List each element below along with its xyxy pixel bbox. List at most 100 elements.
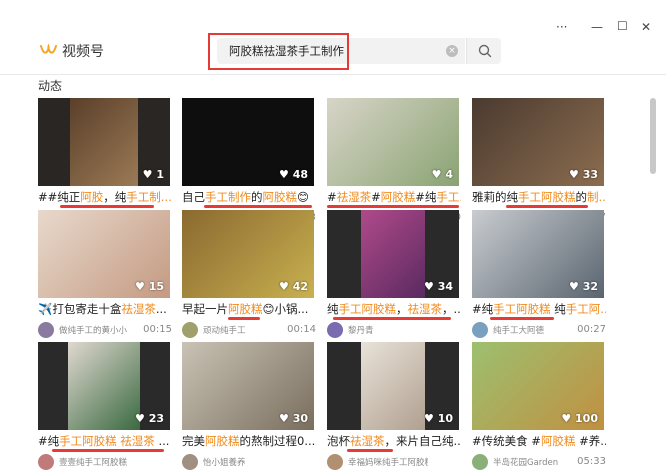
author-avatar[interactable]	[38, 322, 54, 338]
video-thumbnail[interactable]: ♥ 100	[472, 342, 604, 430]
video-card[interactable]: ♥ 42 早起一片阿胶糕😊小锅... 顽动纯手工 00:14	[182, 210, 316, 340]
keyword-underline-annotation	[60, 205, 154, 208]
video-title[interactable]: #纯手工阿胶糕 纯手工阿...	[472, 302, 606, 316]
video-title[interactable]: ##纯正阿胶，纯手工制...	[38, 190, 172, 204]
video-thumbnail[interactable]: ♥ 4	[327, 98, 459, 186]
keyword-underline-annotation	[333, 317, 451, 320]
video-title[interactable]: 泡杯祛湿茶，来片自己纯...	[327, 434, 461, 448]
video-card[interactable]: ♥ 15 ✈️打包寄走十盒祛湿茶... 做纯手工的黄小小 00:15	[38, 210, 172, 340]
like-count: ♥ 42	[279, 280, 308, 293]
minimize-button[interactable]: —	[591, 20, 603, 34]
video-thumbnail[interactable]: ♥ 42	[182, 210, 314, 298]
video-thumbnail[interactable]: ♥ 1	[38, 98, 170, 186]
author-avatar[interactable]	[327, 454, 343, 470]
title-keyword-highlight: 阿胶糕	[380, 190, 416, 204]
author-name[interactable]: 纯手工大阿德	[493, 324, 573, 336]
video-thumbnail[interactable]: ♥ 15	[38, 210, 170, 298]
video-title[interactable]: #纯手工阿胶糕 祛湿茶 ...	[38, 434, 172, 448]
video-thumbnail[interactable]: ♥ 10	[327, 342, 459, 430]
title-text: 的	[251, 190, 263, 204]
author-avatar[interactable]	[182, 322, 198, 338]
video-thumbnail[interactable]: ♥ 32	[472, 210, 604, 298]
thumbnail-image	[68, 342, 140, 430]
heart-icon: ♥	[568, 280, 583, 293]
close-button[interactable]: ✕	[641, 20, 651, 34]
video-duration: 00:14	[287, 324, 316, 335]
title-text: 的	[575, 190, 588, 204]
video-card[interactable]: ♥ 34 纯手工阿胶糕，祛湿茶，... 黎丹青	[327, 210, 461, 340]
video-card[interactable]: ♥ 30 完美阿胶糕的熬制过程0... 怡小姐養养	[182, 342, 316, 472]
keyword-underline-annotation	[506, 205, 588, 208]
video-card[interactable]: ♥ 100 #传统美食 #阿胶糕 #养... 半岛花园Garden 05:33	[472, 342, 606, 472]
thumbnail-image	[361, 210, 425, 298]
video-title[interactable]: ✈️打包寄走十盒祛湿茶...	[38, 302, 172, 316]
maximize-button[interactable]: ☐	[617, 19, 628, 33]
video-title[interactable]: #传统美食 #阿胶糕 #养...	[472, 434, 606, 448]
header-divider	[0, 74, 666, 75]
video-card[interactable]: ♥ 48自己手工制作的阿胶糕😊彭泽的姑凉00:43	[182, 98, 316, 228]
heart-icon: ♥	[278, 280, 293, 293]
like-count-value: 48	[292, 168, 308, 181]
like-count-value: 33	[582, 168, 598, 181]
video-thumbnail[interactable]: ♥ 30	[182, 342, 314, 430]
like-count-value: 23	[148, 412, 164, 425]
author-avatar[interactable]	[182, 454, 198, 470]
video-card[interactable]: ♥ 33雅莉的纯手工阿胶糕的制...谁利红01:17	[472, 98, 606, 228]
clear-search-icon[interactable]: ×	[446, 45, 458, 57]
video-thumbnail[interactable]: ♥ 34	[327, 210, 459, 298]
author-name[interactable]: 怡小姐養养	[203, 456, 283, 468]
author-name[interactable]: 黎丹青	[348, 324, 428, 336]
title-keyword-highlight: 手工...	[436, 190, 461, 204]
video-meta: 纯手工大阿德 00:27	[472, 322, 606, 338]
video-title[interactable]: 早起一片阿胶糕😊小锅...	[182, 302, 316, 316]
author-name[interactable]: 幸福妈咪纯手工阿胶糕	[348, 456, 428, 468]
video-title[interactable]: 雅莉的纯手工阿胶糕的制...	[472, 190, 606, 204]
video-card[interactable]: ♥ 4#祛湿茶#阿胶糕#纯手工...乃心虎虎两个寓儿00:20	[327, 98, 461, 228]
author-avatar[interactable]	[327, 322, 343, 338]
heart-icon: ♥	[278, 168, 293, 181]
author-avatar[interactable]	[472, 454, 488, 470]
video-card[interactable]: ♥ 32 #纯手工阿胶糕 纯手工阿... 纯手工大阿德 00:27	[472, 210, 606, 340]
title-text: 纯	[327, 302, 339, 316]
author-name[interactable]: 顽动纯手工	[203, 324, 283, 336]
title-keyword-highlight: 手工制...	[126, 190, 172, 204]
video-title[interactable]: 纯手工阿胶糕，祛湿茶，...	[327, 302, 461, 316]
keyword-underline-annotation	[490, 317, 554, 320]
heart-icon: ♥	[134, 280, 149, 293]
more-options-button[interactable]: ···	[556, 20, 567, 34]
title-text: #纯	[415, 190, 437, 204]
like-count: ♥ 30	[279, 412, 308, 425]
app-name: 视频号	[62, 44, 104, 60]
author-name[interactable]: 壹壹纯手工阿胶糕	[59, 456, 139, 468]
video-title[interactable]: 完美阿胶糕的熬制过程0...	[182, 434, 316, 448]
video-search-window: 视频号 阿胶糕祛湿茶手工制作 × ··· — ☐ ✕ 动态 ♥ 1 ##纯正阿胶，…	[0, 0, 666, 476]
title-text: ，纯	[103, 190, 127, 204]
heart-icon: ♥	[278, 412, 293, 425]
video-meta: 顽动纯手工 00:14	[182, 322, 316, 338]
title-text: ✈️打包寄走十盒	[38, 302, 122, 316]
video-title[interactable]: 自己手工制作的阿胶糕😊	[182, 190, 316, 204]
title-keyword-highlight: 手工阿胶糕	[518, 190, 576, 204]
video-card[interactable]: ♥ 1##纯正阿胶，纯手工制...纯手工阿胶糕小容	[38, 98, 172, 228]
video-thumbnail[interactable]: ♥ 33	[472, 98, 604, 186]
search-button[interactable]	[466, 38, 501, 64]
scrollbar-thumb[interactable]	[650, 98, 656, 174]
like-count: ♥ 23	[135, 412, 164, 425]
video-thumbnail[interactable]: ♥ 48	[182, 98, 314, 186]
author-avatar[interactable]	[472, 322, 488, 338]
video-title[interactable]: #祛湿茶#阿胶糕#纯手工...	[327, 190, 461, 204]
video-card[interactable]: ♥ 10 泡杯祛湿茶，来片自己纯... 幸福妈咪纯手工阿胶糕	[327, 342, 461, 472]
video-card[interactable]: ♥ 23 #纯手工阿胶糕 祛湿茶 ... 壹壹纯手工阿胶糕	[38, 342, 170, 472]
title-text: 完美	[182, 434, 205, 448]
like-count: ♥ 15	[135, 280, 164, 293]
author-name[interactable]: 半岛花园Garden	[493, 456, 573, 468]
app-logo[interactable]: 视频号	[40, 41, 104, 61]
video-thumbnail[interactable]: ♥ 23	[38, 342, 170, 430]
title-text: ，...	[442, 302, 461, 316]
author-name[interactable]: 做纯手工的黄小小	[59, 324, 139, 336]
title-keyword-highlight: 阿胶糕	[262, 190, 298, 204]
title-keyword-highlight: 祛湿茶	[350, 434, 385, 448]
author-avatar[interactable]	[38, 454, 54, 470]
title-keyword-highlight: 手工阿胶糕	[338, 302, 397, 316]
like-count: ♥ 34	[424, 280, 453, 293]
